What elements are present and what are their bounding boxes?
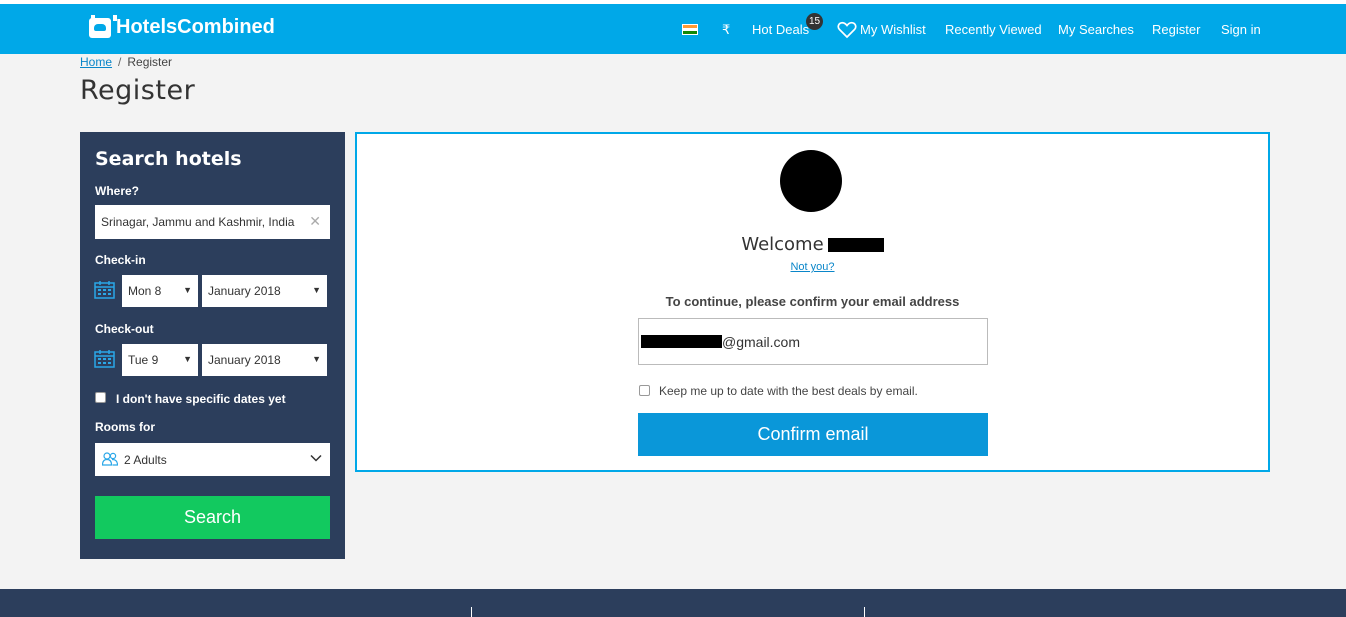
breadcrumb-current: Register	[127, 55, 173, 69]
checkin-month-select[interactable]: January 2018 ▼	[202, 275, 327, 307]
footer	[0, 589, 1346, 617]
checkout-day-select[interactable]: Tue 9 ▼	[122, 344, 198, 376]
checkout-day-value: Tue 9	[128, 353, 159, 367]
no-dates-label: I don't have specific dates yet	[116, 392, 286, 406]
header-bar: HotelsCombined ₹ Hot Deals 15 My Wishlis…	[0, 4, 1346, 54]
nav-recently-viewed[interactable]: Recently Viewed	[945, 22, 1042, 37]
calendar-icon[interactable]	[94, 280, 115, 299]
not-you-wrapper: Not you?	[357, 261, 1268, 273]
search-panel-title: Search hotels	[95, 148, 242, 170]
footer-divider	[471, 607, 472, 617]
confirm-instruction: To continue, please confirm your email a…	[665, 294, 960, 309]
newsletter-label: Keep me up to date with the best deals b…	[659, 384, 918, 398]
confirm-email-button[interactable]: Confirm email	[638, 413, 988, 456]
chevron-down-icon	[310, 454, 322, 462]
destination-value: Srinagar, Jammu and Kashmir, India	[101, 215, 295, 229]
welcome-text: Welcome	[741, 234, 824, 255]
caret-down-icon: ▼	[183, 354, 192, 364]
destination-input[interactable]: Srinagar, Jammu and Kashmir, India ✕	[95, 205, 330, 239]
caret-down-icon: ▼	[183, 285, 192, 295]
caret-down-icon: ▼	[312, 354, 321, 364]
currency-selector[interactable]: ₹	[722, 22, 730, 38]
email-field[interactable]: @gmail.com	[638, 318, 988, 365]
search-button[interactable]: Search	[95, 496, 330, 539]
footer-divider	[864, 607, 865, 617]
logo-icon	[89, 14, 117, 38]
redacted-name	[827, 238, 884, 252]
welcome-message: Welcome	[357, 234, 1268, 255]
redacted-email-user	[641, 335, 722, 348]
page-title: Register	[80, 75, 196, 106]
checkin-day-value: Mon 8	[128, 284, 162, 298]
nav-register[interactable]: Register	[1152, 22, 1200, 37]
logo-text: HotelsCombined	[116, 16, 275, 38]
nav-my-searches[interactable]: My Searches	[1058, 22, 1134, 37]
checkin-day-select[interactable]: Mon 8 ▼	[122, 275, 198, 307]
search-hotels-panel: Search hotels Where? Srinagar, Jammu and…	[80, 132, 345, 559]
confirm-email-card: Welcome Not you? To continue, please con…	[355, 132, 1270, 472]
avatar	[780, 150, 842, 212]
caret-down-icon: ▼	[312, 285, 321, 295]
no-dates-checkbox[interactable]	[95, 392, 106, 403]
not-you-link[interactable]: Not you?	[790, 261, 834, 273]
rooms-value: 2 Adults	[124, 452, 167, 467]
heart-icon[interactable]	[837, 21, 857, 39]
nav-sign-in[interactable]: Sign in	[1221, 22, 1261, 37]
where-label: Where?	[95, 184, 140, 198]
checkout-label: Check-out	[95, 322, 154, 336]
logo[interactable]: HotelsCombined	[89, 14, 275, 39]
rooms-label: Rooms for	[95, 420, 155, 434]
calendar-icon[interactable]	[94, 349, 115, 368]
breadcrumb: Home / Register	[80, 55, 172, 69]
checkout-month-select[interactable]: January 2018 ▼	[202, 344, 327, 376]
hot-deals-count-badge: 15	[806, 13, 823, 30]
clear-icon[interactable]: ✕	[309, 213, 321, 230]
email-suffix: @gmail.com	[722, 333, 801, 350]
checkin-month-value: January 2018	[208, 284, 281, 298]
people-icon	[102, 452, 118, 466]
checkout-month-value: January 2018	[208, 353, 281, 367]
checkin-label: Check-in	[95, 253, 146, 267]
nav-hot-deals[interactable]: Hot Deals	[752, 22, 809, 37]
breadcrumb-separator: /	[118, 55, 122, 69]
newsletter-checkbox[interactable]	[639, 385, 650, 396]
india-flag-icon[interactable]	[682, 24, 698, 35]
breadcrumb-home-link[interactable]: Home	[80, 55, 112, 69]
rooms-select[interactable]: 2 Adults	[95, 443, 330, 476]
nav-my-wishlist[interactable]: My Wishlist	[860, 22, 926, 37]
